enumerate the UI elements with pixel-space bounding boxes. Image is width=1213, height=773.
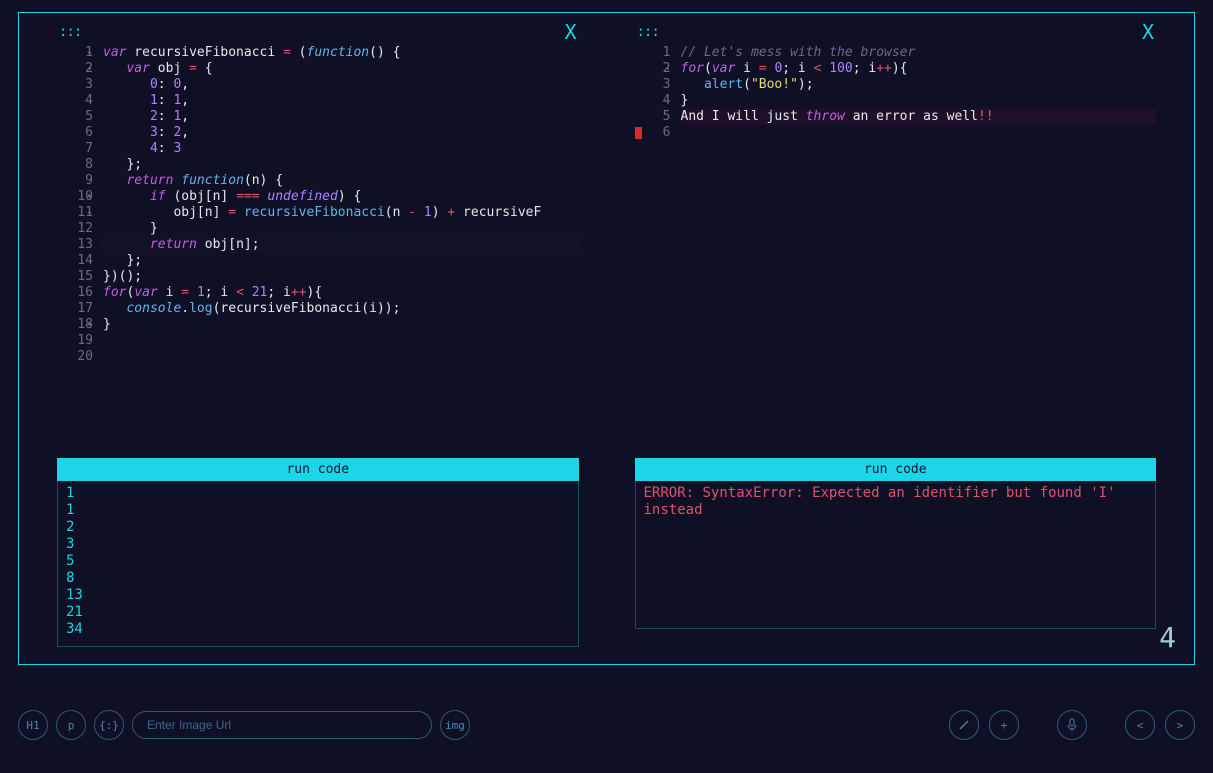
close-icon[interactable]: X bbox=[1142, 20, 1154, 44]
run-code-button[interactable]: run code bbox=[635, 458, 1157, 481]
left-output-body: 112358132134 bbox=[57, 481, 579, 647]
slide-frame: ::: X 1234567891011121314151617181920 va… bbox=[18, 12, 1195, 665]
image-url-input[interactable] bbox=[132, 711, 432, 739]
bottom-toolbar: H1 p {:} img + < > bbox=[18, 707, 1195, 743]
img-button[interactable]: img bbox=[440, 710, 470, 740]
output-row: run code 112358132134 run code ERROR: Sy… bbox=[57, 458, 1156, 647]
slide-number: 4 bbox=[1159, 621, 1176, 654]
right-output-body: ERROR: SyntaxError: Expected an identifi… bbox=[635, 481, 1157, 629]
close-icon[interactable]: X bbox=[564, 20, 576, 44]
right-gutter: 123456 bbox=[635, 45, 681, 141]
left-gutter: 1234567891011121314151617181920 bbox=[57, 45, 103, 365]
left-output: run code 112358132134 bbox=[57, 458, 579, 647]
p-button[interactable]: p bbox=[56, 710, 86, 740]
error-message: ERROR: SyntaxError: Expected an identifi… bbox=[644, 485, 1148, 519]
prev-slide-button[interactable]: < bbox=[1125, 710, 1155, 740]
next-slide-button[interactable]: > bbox=[1165, 710, 1195, 740]
right-code[interactable]: // Let's mess with the browserfor(var i … bbox=[681, 45, 1157, 141]
right-code-editor[interactable]: 123456 // Let's mess with the browserfor… bbox=[635, 45, 1157, 141]
mic-icon[interactable] bbox=[1057, 710, 1087, 740]
left-code-editor[interactable]: 1234567891011121314151617181920 var recu… bbox=[57, 45, 579, 365]
right-pane-header: ::: X bbox=[635, 23, 1157, 45]
drag-handle-icon[interactable]: ::: bbox=[59, 24, 81, 40]
left-pane-header: ::: X bbox=[57, 23, 579, 45]
edit-icon[interactable] bbox=[949, 710, 979, 740]
code-block-button[interactable]: {:} bbox=[94, 710, 124, 740]
right-output: run code ERROR: SyntaxError: Expected an… bbox=[635, 458, 1157, 647]
add-button[interactable]: + bbox=[989, 710, 1019, 740]
run-code-button[interactable]: run code bbox=[57, 458, 579, 481]
drag-handle-icon[interactable]: ::: bbox=[637, 24, 659, 40]
h1-button[interactable]: H1 bbox=[18, 710, 48, 740]
left-code[interactable]: var recursiveFibonacci = (function() { v… bbox=[103, 45, 579, 365]
